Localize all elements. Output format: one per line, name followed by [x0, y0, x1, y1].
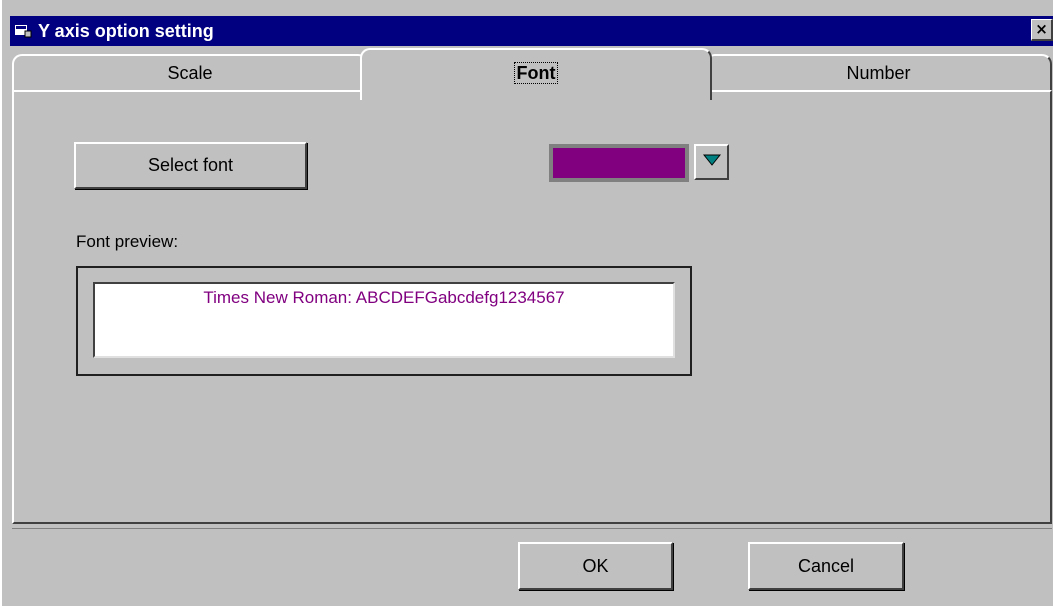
ok-button[interactable]: OK — [518, 542, 673, 590]
font-tab-page: Select font Font preview: Times New Roma… — [12, 90, 1052, 524]
close-icon: × — [1035, 20, 1048, 38]
cancel-button[interactable]: Cancel — [748, 542, 904, 590]
tab-font[interactable]: Font — [360, 48, 712, 100]
font-preview-label: Font preview: — [76, 232, 179, 251]
title-bar[interactable]: Y axis option setting × — [10, 16, 1053, 46]
tab-number[interactable]: Number — [705, 54, 1052, 92]
tab-number-label: Number — [846, 63, 911, 83]
close-button[interactable]: × — [1031, 19, 1053, 41]
color-picker[interactable] — [549, 144, 689, 182]
triangle-down-icon — [703, 154, 721, 166]
app-window-icon — [15, 24, 33, 38]
tab-font-label: Font — [513, 62, 559, 84]
dialog-window: Y axis option setting × Scale Number Fon… — [0, 0, 1053, 606]
tab-scale-label: Scale — [167, 63, 213, 83]
tab-scale[interactable]: Scale — [12, 54, 368, 92]
font-preview-box: Times New Roman: ABCDEFGabcdefg1234567 — [93, 282, 675, 358]
select-font-button[interactable]: Select font — [74, 142, 307, 189]
window-title: Y axis option setting — [38, 21, 214, 41]
font-preview-frame: Times New Roman: ABCDEFGabcdefg1234567 — [76, 266, 692, 376]
divider — [12, 528, 1052, 529]
color-swatch — [553, 148, 685, 178]
color-dropdown-button[interactable] — [694, 144, 729, 180]
font-preview-text: Times New Roman: ABCDEFGabcdefg1234567 — [203, 288, 565, 307]
